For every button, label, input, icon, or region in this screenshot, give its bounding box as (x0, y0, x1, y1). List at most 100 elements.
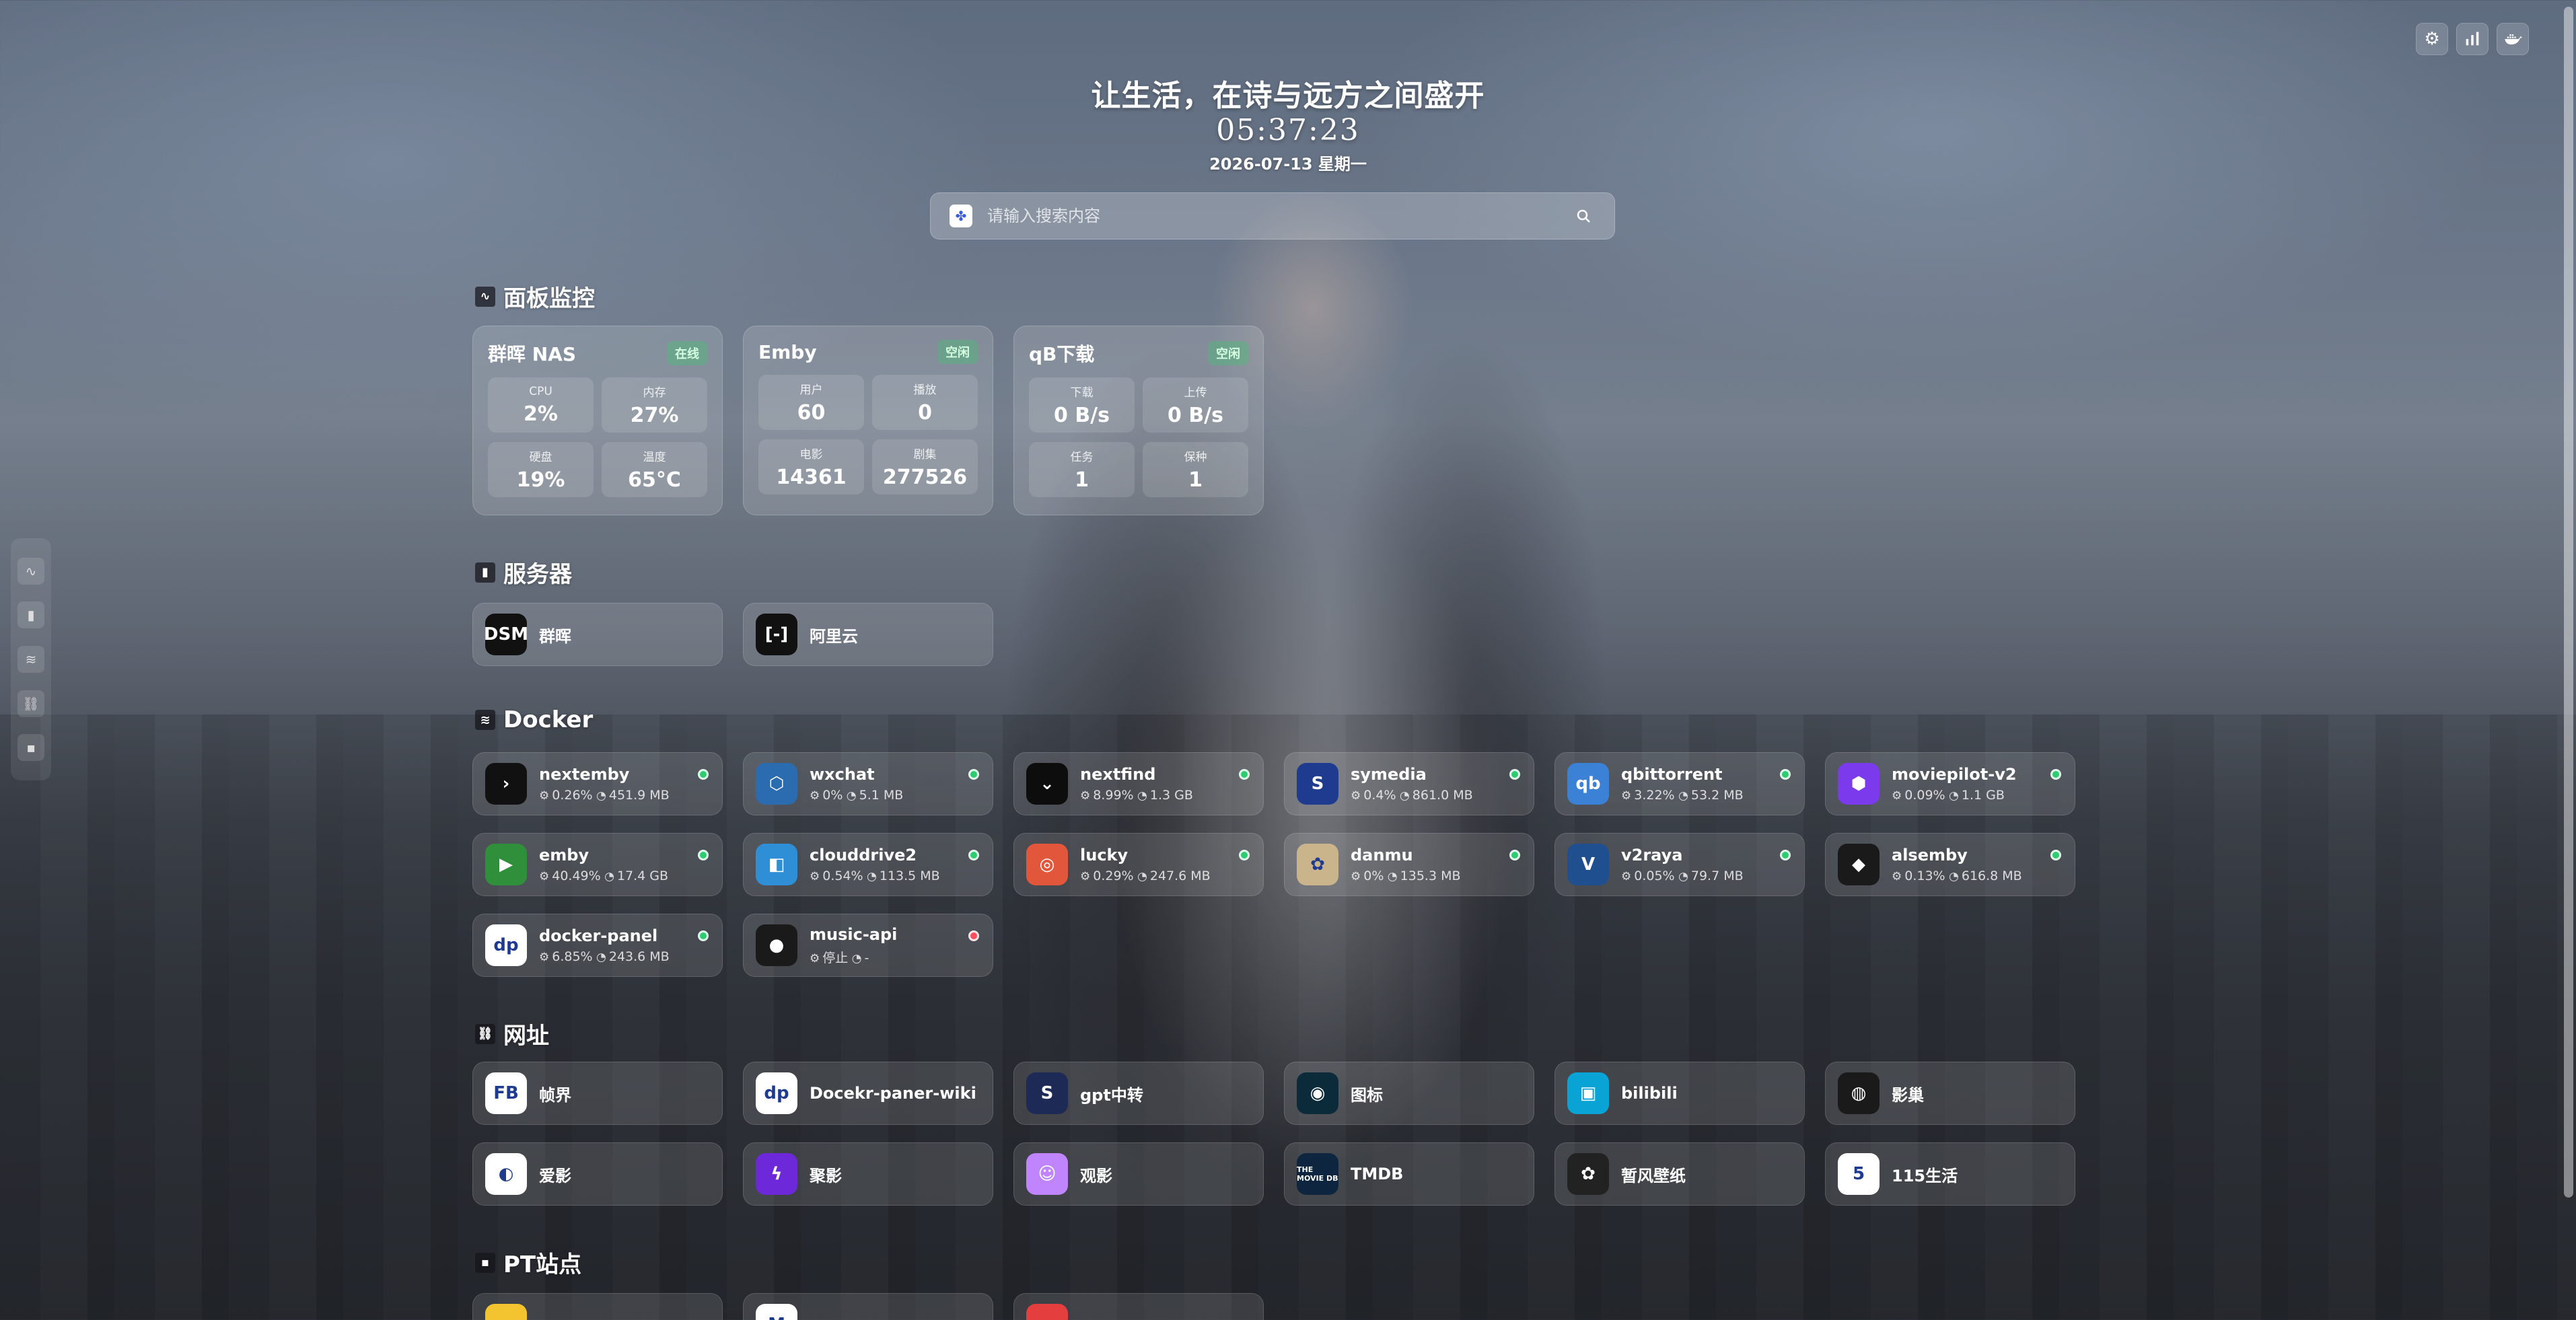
memory-icon: ◔ (1674, 870, 1688, 883)
dock-server-button[interactable]: ▮ (17, 601, 44, 629)
url-app-icon: THE MOVIE DB (1297, 1153, 1338, 1195)
url-tile[interactable]: 5 115生活 (1825, 1142, 2075, 1206)
docker-app-icon: ◎ (1026, 844, 1068, 885)
server-tile[interactable]: DSM 群晖 (472, 603, 723, 666)
url-name: 观影 (1080, 1166, 1112, 1185)
docker-name: moviepilot-v2 (1892, 765, 2017, 784)
container-memory: 1.1 GB (1961, 788, 2005, 803)
docker-tile-text: v2raya ⚙ 0.05% ◔ 79.7 MB (1621, 846, 1792, 883)
docker-tile[interactable]: Ssymedia ⚙ 0.4% ◔ 861.0 MB (1284, 752, 1534, 815)
docker-tile[interactable]: qb qbittorrent ⚙ 3.22% ◔ 53.2 MB (1554, 752, 1805, 815)
container-cpu: 0.05% (1634, 869, 1675, 883)
server-tile[interactable]: [-] 阿里云 (743, 603, 993, 666)
url-tile[interactable]: ☺ 观影 (1013, 1142, 1264, 1206)
pt-tile[interactable] (1013, 1293, 1264, 1320)
container-cpu: 停止 (822, 950, 849, 965)
docker-tile-text: nextfind ⚙ 8.99% ◔ 1.3 GB (1080, 765, 1251, 803)
memory-icon: ◔ (1133, 870, 1147, 883)
metric-movies: 电影 14361 (758, 439, 864, 494)
url-tile[interactable]: ✿ 暂风壁纸 (1554, 1142, 1805, 1206)
docker-tile-text: wxchat ⚙ 0% ◔ 5.1 MB (810, 765, 980, 803)
url-tile[interactable]: ◉ 图标 (1284, 1062, 1534, 1125)
container-cpu: 0.26% (552, 788, 593, 803)
docker-tile[interactable]: ● music-api ⚙ 停止 ◔ - (743, 914, 993, 977)
memory-icon: ◔ (843, 789, 857, 803)
status-dot (968, 850, 979, 860)
docker-tile-text: moviepilot-v2 ⚙ 0.09% ◔ 1.1 GB (1892, 765, 2063, 803)
url-tile[interactable]: FB 帧界 (472, 1062, 723, 1125)
docker-tile-text: emby ⚙ 40.49% ◔ 17.4 GB (539, 846, 710, 883)
url-app-icon: ◉ (1297, 1072, 1338, 1114)
status-badge: 在线 (667, 341, 707, 365)
pt-tile[interactable] (472, 1293, 723, 1320)
search-input[interactable] (987, 207, 1571, 225)
dock-pt-button[interactable]: ▪ (17, 734, 44, 762)
pt-tile[interactable]: M (743, 1293, 993, 1320)
metric-playing: 播放 0 (872, 375, 978, 430)
docker-app-icon: ● (756, 924, 797, 966)
container-cpu: 0.13% (1904, 869, 1945, 883)
docker-tile[interactable]: ⌄ nextfind ⚙ 8.99% ◔ 1.3 GB (1013, 752, 1264, 815)
pulse-icon: ∿ (475, 286, 495, 307)
url-tile[interactable]: ϟ 聚影 (743, 1142, 993, 1206)
url-tile[interactable]: ◍ 影巢 (1825, 1062, 2075, 1125)
docker-tile[interactable]: ◎ lucky ⚙ 0.29% ◔ 247.6 MB (1013, 833, 1264, 896)
url-name: TMDB (1351, 1165, 1404, 1183)
container-memory: 135.3 MB (1400, 869, 1461, 883)
docker-name: alsemby (1892, 846, 1968, 865)
search-button[interactable] (1571, 204, 1596, 228)
container-cpu: 0% (822, 788, 843, 803)
docker-tile[interactable]: ▶ emby ⚙ 40.49% ◔ 17.4 GB (472, 833, 723, 896)
container-cpu: 40.49% (552, 869, 601, 883)
container-cpu: 8.99% (1093, 788, 1134, 803)
docker-icon: ≋ (25, 651, 37, 667)
stats-button[interactable] (2456, 23, 2489, 55)
url-tile[interactable]: Sgpt中转 (1013, 1062, 1264, 1125)
left-dock: ∿ ▮ ≋ ⛓ ▪ (11, 538, 51, 780)
docker-app-icon: ◆ (1838, 844, 1880, 885)
docker-tile[interactable]: › nextemby ⚙ 0.26% ◔ 451.9 MB (472, 752, 723, 815)
docker-tile-text: qbittorrent ⚙ 3.22% ◔ 53.2 MB (1621, 765, 1792, 803)
monitor-card-nas[interactable]: 群晖 NAS 在线 CPU 2% 内存 27% 硬盘 19% 温度 65°C (472, 326, 723, 515)
url-tile[interactable]: ▣ bilibili (1554, 1062, 1805, 1125)
url-name: bilibili (1621, 1084, 1678, 1103)
docker-button[interactable] (2497, 23, 2529, 55)
url-tile[interactable]: THE MOVIE DB TMDB (1284, 1142, 1534, 1206)
date: 2026-07-13 星期一 (1209, 155, 1367, 174)
docker-app-icon: ✿ (1297, 844, 1338, 885)
url-tile-text: 115生活 (1892, 1163, 2063, 1186)
monitor-card-qb[interactable]: qB下载 空闲 下载 0 B/s 上传 0 B/s 任务 1 保种 1 (1013, 326, 1264, 515)
dock-monitor-button[interactable]: ∿ (17, 557, 44, 585)
docker-tile[interactable]: ⬡ wxchat ⚙ 0% ◔ 5.1 MB (743, 752, 993, 815)
url-tile-text: TMDB (1351, 1165, 1522, 1183)
background-portrait (962, 101, 1662, 1320)
monitor-card-emby[interactable]: Emby 空闲 用户 60 播放 0 电影 14361 剧集 277526 (743, 326, 993, 515)
docker-tile[interactable]: ◆ alsemby ⚙ 0.13% ◔ 616.8 MB (1825, 833, 2075, 896)
dock-link-button[interactable]: ⛓ (17, 690, 44, 717)
dock-docker-button[interactable]: ≋ (17, 645, 44, 673)
memory-icon: ◔ (863, 870, 877, 883)
memory-icon: ◔ (592, 789, 606, 803)
pt-app-icon (485, 1304, 527, 1320)
cpu-icon: ⚙ (1080, 789, 1091, 803)
docker-tile[interactable]: ⬢ moviepilot-v2 ⚙ 0.09% ◔ 1.1 GB (1825, 752, 2075, 815)
metric-cpu: CPU 2% (488, 377, 594, 433)
docker-tile[interactable]: ✿ danmu ⚙ 0% ◔ 135.3 MB (1284, 833, 1534, 896)
metric-temperature: 温度 65°C (602, 442, 707, 497)
container-memory: 53.2 MB (1690, 788, 1744, 803)
settings-button[interactable]: ⚙ (2416, 23, 2448, 55)
server-name: 阿里云 (810, 626, 858, 646)
url-name: 聚影 (810, 1166, 842, 1185)
monitor-card-title: 群晖 NAS (488, 343, 577, 365)
docker-tile[interactable]: ◧ clouddrive2 ⚙ 0.54% ◔ 113.5 MB (743, 833, 993, 896)
url-app-icon: ◍ (1838, 1072, 1880, 1114)
baidu-paw-icon[interactable]: ✤ (950, 205, 972, 227)
monitor-card-title: qB下载 (1029, 343, 1095, 365)
page-scrollbar[interactable] (2564, 7, 2573, 1198)
url-tile[interactable]: ◐ 爱影 (472, 1142, 723, 1206)
docker-name: emby (539, 846, 589, 865)
container-cpu: 3.22% (1634, 788, 1675, 803)
docker-tile[interactable]: Vv2raya ⚙ 0.05% ◔ 79.7 MB (1554, 833, 1805, 896)
url-tile[interactable]: dp Docekr-paner-wiki (743, 1062, 993, 1125)
docker-tile[interactable]: dp docker-panel ⚙ 6.85% ◔ 243.6 MB (472, 914, 723, 977)
